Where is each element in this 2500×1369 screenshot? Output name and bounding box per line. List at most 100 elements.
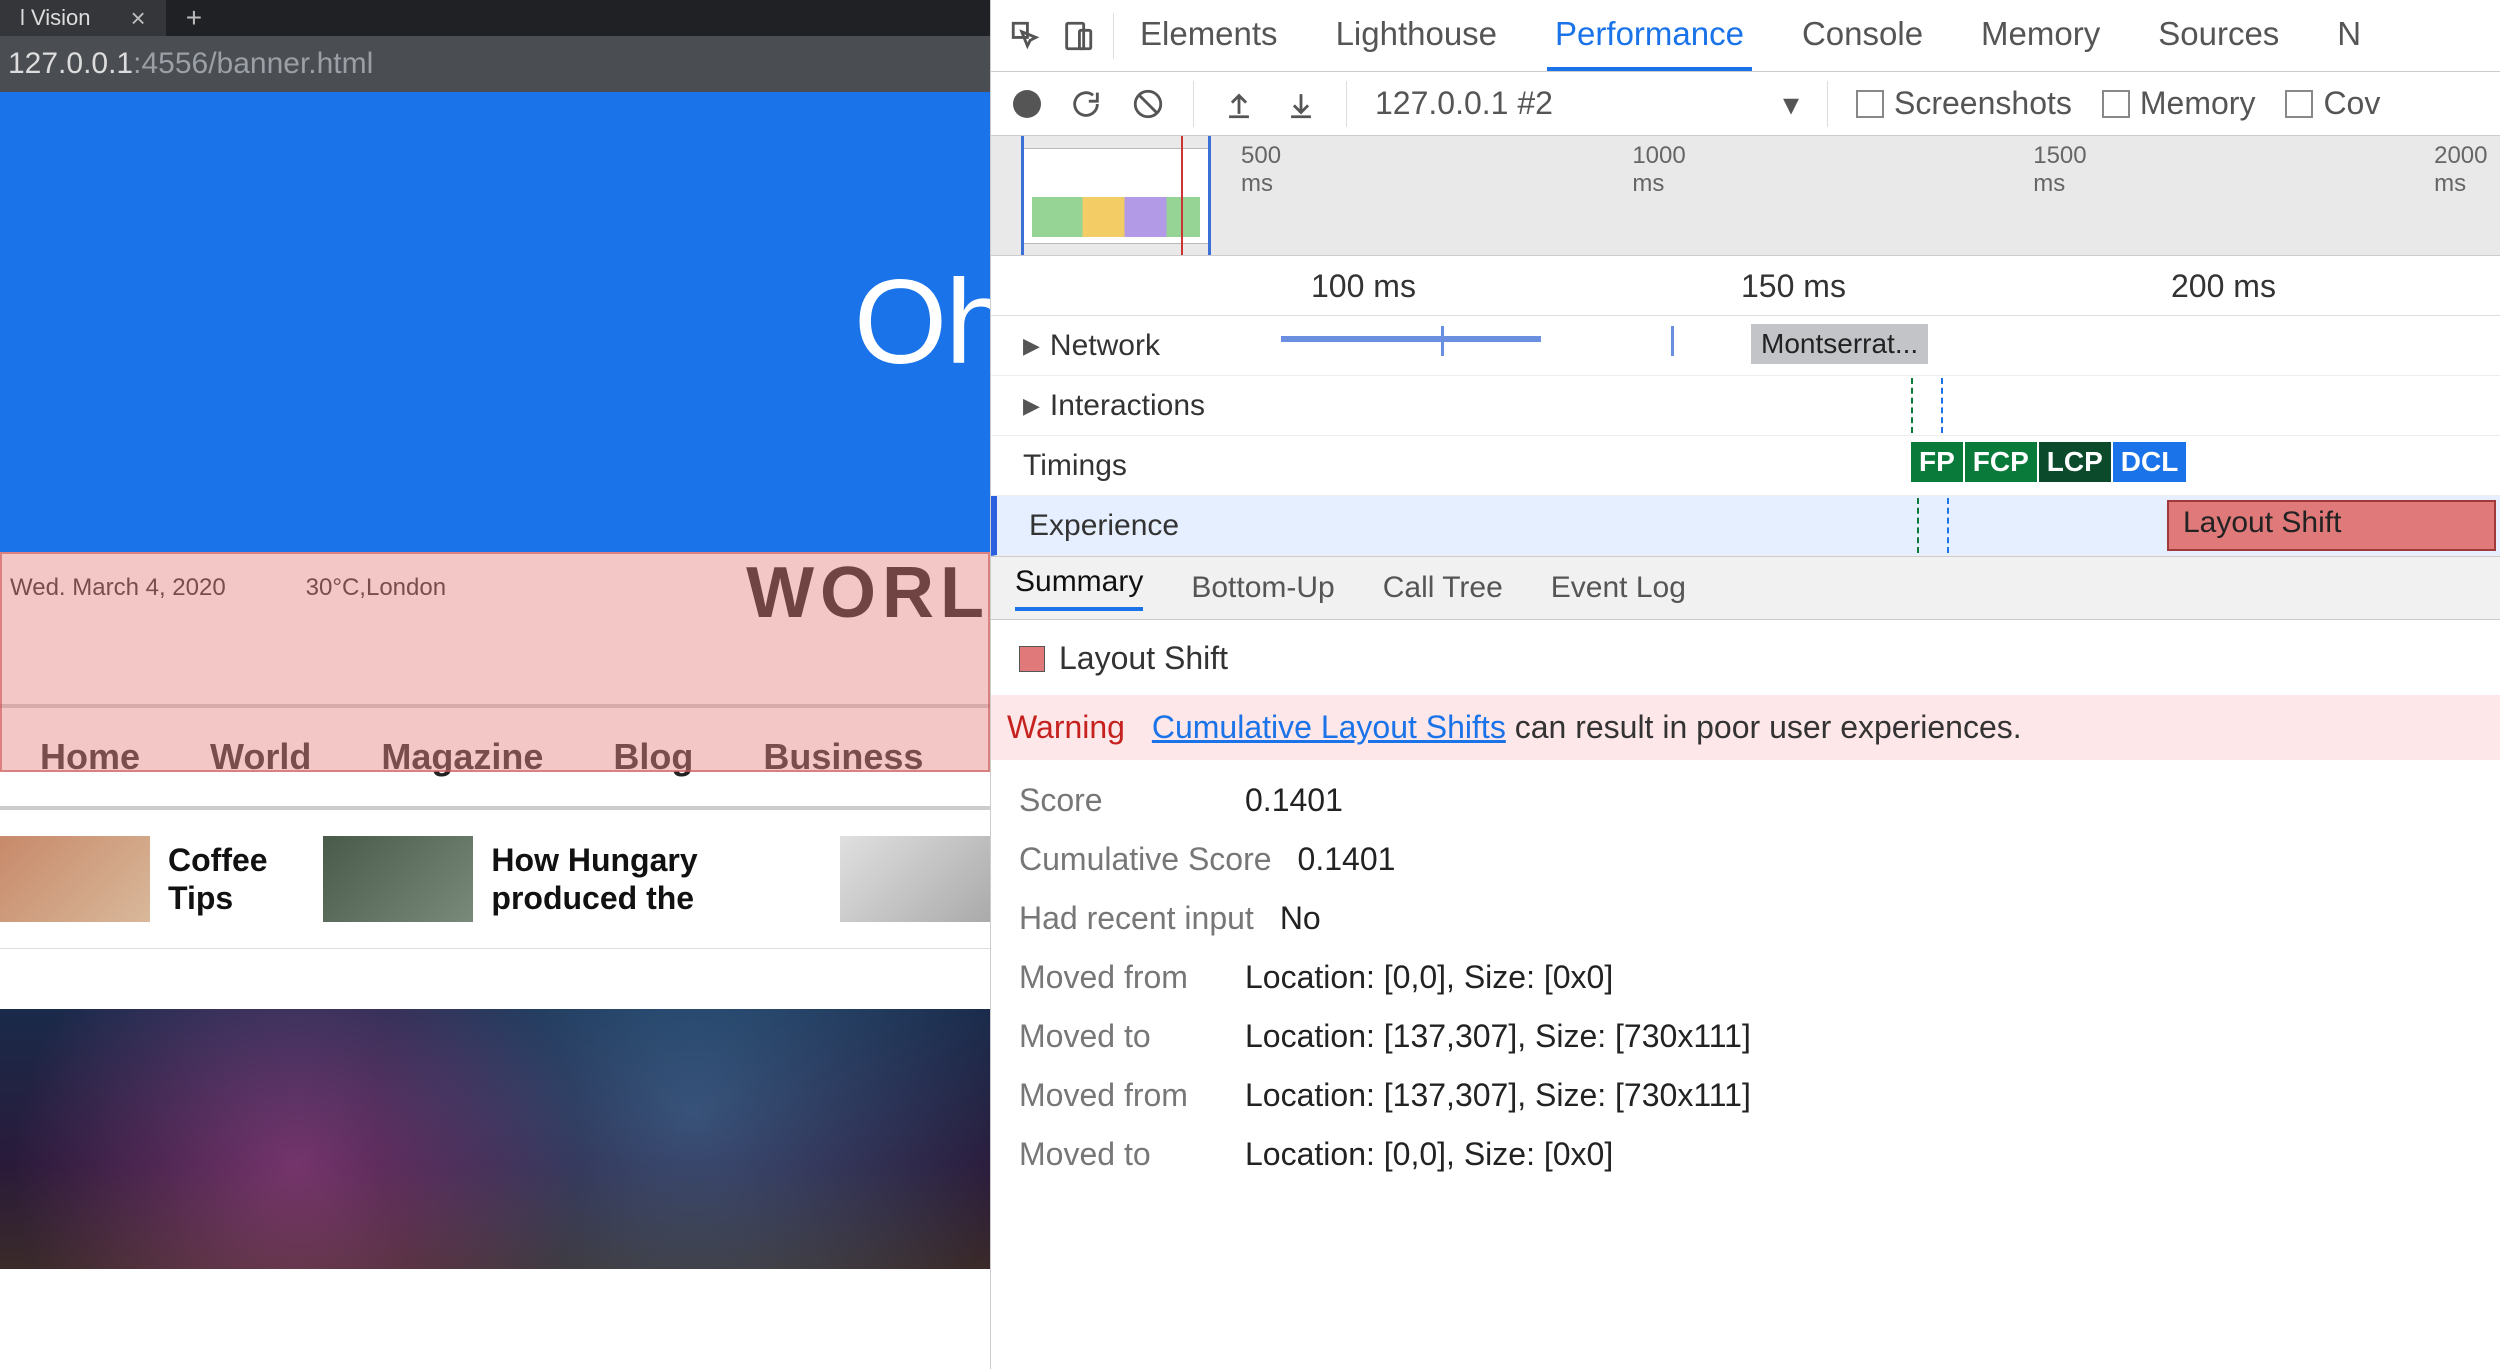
track-experience[interactable]: Experience Layout Shift (991, 496, 2500, 556)
hero-image (0, 1009, 990, 1269)
devtools-tab[interactable]: Sources (2150, 1, 2287, 71)
profile-selector[interactable]: 127.0.0.1 #2 ▾ (1375, 85, 1799, 123)
devtools-panel: Elements Lighthouse Performance Console Memo… (990, 0, 2500, 1369)
devtools-tab[interactable]: Console (1794, 1, 1931, 71)
track-interactions[interactable]: ▶ Interactions (991, 376, 2500, 436)
chevron-down-icon: ▾ (1783, 85, 1799, 123)
checkbox-label: Memory (2140, 85, 2256, 122)
inspect-icon[interactable] (1009, 19, 1043, 53)
checkbox-icon (1856, 90, 1884, 118)
device-toggle-icon[interactable] (1061, 19, 1095, 53)
ruler-tick: 150 ms (1741, 268, 1846, 305)
divider (1827, 81, 1828, 127)
layout-shift-event[interactable]: Layout Shift (2167, 500, 2496, 551)
overview-strip[interactable]: 500 ms 1000 ms 1500 ms 2000 ms (991, 136, 2500, 256)
event-color-swatch (1019, 646, 1045, 672)
banner-text: Oh (854, 253, 1010, 391)
summary-tab[interactable]: Bottom-Up (1191, 571, 1334, 605)
summary-key: Moved to (1019, 1018, 1219, 1055)
overview-tick: 1500 ms (2033, 142, 2099, 198)
timing-badge-fcp[interactable]: FCP (1965, 442, 2037, 482)
download-icon[interactable] (1284, 87, 1318, 121)
warning-row: Warning Cumulative Layout Shifts can res… (991, 695, 2500, 760)
checkbox-screenshots[interactable]: Screenshots (1856, 85, 2072, 122)
timing-badge-dcl[interactable]: DCL (2113, 442, 2187, 482)
story-title[interactable]: How Hungary produced the (491, 841, 822, 918)
page-banner: Oh (0, 92, 990, 552)
devtools-tab[interactable]: Elements (1132, 1, 1286, 71)
network-tick (1671, 326, 1674, 356)
summary-value: 0.1401 (1298, 841, 1396, 878)
expand-icon[interactable]: ▶ (1023, 393, 1040, 419)
summary-title: Layout Shift (1059, 640, 1228, 677)
track-timings[interactable]: Timings FPFCPLCPDCL (991, 436, 2500, 496)
upload-icon[interactable] (1222, 87, 1256, 121)
summary-row: Moved from Location: [137,307], Size: [73… (1019, 1077, 2472, 1114)
timing-guide (1911, 378, 1913, 433)
summary-value: Location: [137,307], Size: [730x111] (1245, 1077, 1751, 1114)
new-tab-button[interactable]: + (166, 2, 222, 34)
devtools-tab[interactable]: N (2329, 1, 2369, 71)
summary-tab[interactable]: Event Log (1551, 571, 1686, 605)
overview-tick: 1000 ms (1632, 142, 1698, 198)
timing-guide (1947, 498, 1949, 553)
record-icon[interactable] (1013, 90, 1041, 118)
track-label: Network (1050, 329, 1160, 363)
timing-guide (1941, 378, 1943, 433)
summary-tab[interactable]: Summary (1015, 565, 1143, 611)
warning-tail: can result in poor user experiences. (1506, 709, 2022, 745)
divider (1113, 13, 1114, 59)
checkbox-coverage[interactable]: Cov (2285, 85, 2380, 122)
summary-key: Had recent input (1019, 900, 1254, 937)
address-bar[interactable]: 127.0.0.1:4556/banner.html (0, 36, 990, 92)
summary-key: Score (1019, 782, 1219, 819)
devtools-tab[interactable]: Performance (1547, 1, 1752, 71)
summary-tabs: Summary Bottom-Up Call Tree Event Log (991, 556, 2500, 620)
timing-guide (1917, 498, 1919, 553)
tab-title: l Vision (20, 5, 91, 31)
summary-value: Location: [137,307], Size: [730x111] (1245, 1018, 1751, 1055)
overview-tick: 2000 ms (2434, 142, 2500, 198)
browser-tab-strip: l Vision × + (0, 0, 990, 36)
url-host: 127.0.0.1 (8, 47, 133, 81)
expand-icon[interactable]: ▶ (1023, 333, 1040, 359)
divider (1346, 81, 1347, 127)
story-thumb (840, 836, 990, 922)
checkbox-memory[interactable]: Memory (2102, 85, 2256, 122)
story-row: Coffee Tips How Hungary produced the (0, 810, 990, 949)
story-title[interactable]: Coffee Tips (168, 841, 305, 918)
track-label: Experience (1029, 509, 1179, 543)
summary-row: Had recent input No (1019, 900, 2472, 937)
summary-value: No (1280, 900, 1321, 937)
timeline-ruler[interactable]: 100 ms 150 ms 200 ms (991, 256, 2500, 316)
devtools-tabs: Elements Lighthouse Performance Console Memo… (991, 0, 2500, 72)
network-tick (1441, 326, 1444, 356)
close-icon[interactable]: × (131, 3, 146, 34)
ruler-tick: 100 ms (1311, 268, 1416, 305)
browser-tab[interactable]: l Vision × (0, 0, 166, 36)
track-network[interactable]: ▶Network Montserrat... M (991, 316, 2500, 376)
checkbox-icon (2102, 90, 2130, 118)
reload-icon[interactable] (1069, 87, 1103, 121)
overview-tick: 500 ms (1241, 142, 1297, 198)
summary-key: Moved from (1019, 959, 1219, 996)
summary-key: Cumulative Score (1019, 841, 1272, 878)
network-resource[interactable]: Montserrat... (1751, 324, 1928, 364)
summary-panel: Layout Shift Warning Cumulative Layout S… (991, 620, 2500, 1215)
timing-badge-lcp[interactable]: LCP (2039, 442, 2111, 482)
summary-key: Moved from (1019, 1077, 1219, 1114)
summary-row: Score 0.1401 (1019, 782, 2472, 819)
summary-row: Moved to Location: [137,307], Size: [730x… (1019, 1018, 2472, 1055)
warning-link[interactable]: Cumulative Layout Shifts (1152, 709, 1506, 745)
track-label: Interactions (1050, 389, 1205, 423)
ruler-tick: 200 ms (2171, 268, 2276, 305)
checkbox-label: Cov (2323, 85, 2380, 122)
clear-icon[interactable] (1131, 87, 1165, 121)
browser-window: l Vision × + 127.0.0.1:4556/banner.html … (0, 0, 990, 1369)
timing-badge-fp[interactable]: FP (1911, 442, 1963, 482)
devtools-toolbar: 127.0.0.1 #2 ▾ Screenshots Memory Cov (991, 72, 2500, 136)
summary-value: 0.1401 (1245, 782, 1343, 819)
devtools-tab[interactable]: Lighthouse (1328, 1, 1505, 71)
devtools-tab[interactable]: Memory (1973, 1, 2108, 71)
summary-tab[interactable]: Call Tree (1383, 571, 1503, 605)
